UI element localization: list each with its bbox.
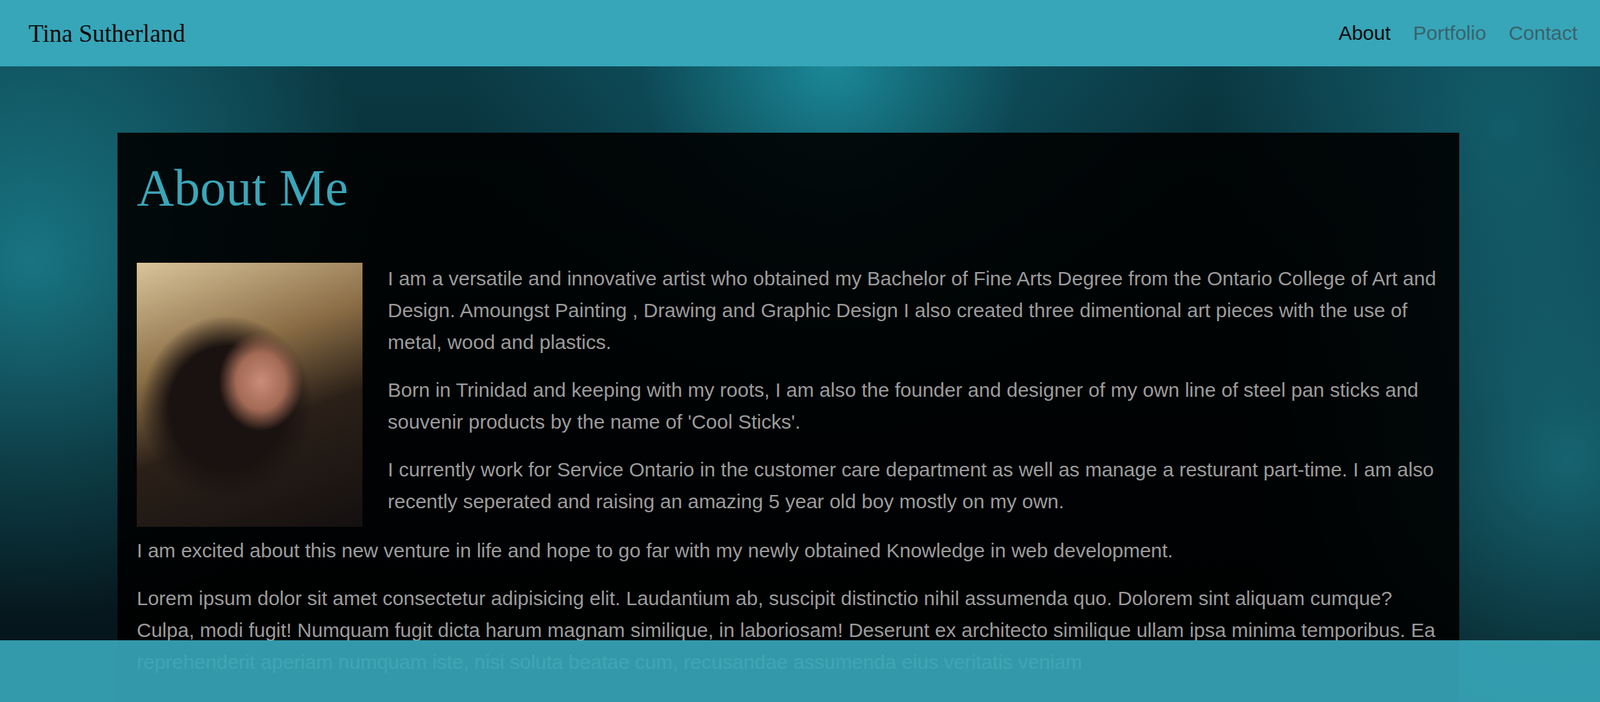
about-paragraph: I am excited about this new venture in l… — [136, 535, 1440, 567]
about-panel: About Me I am a versatile and innovative… — [117, 132, 1460, 702]
page: Tina Sutherland About Portfolio Contact Ab… — [0, 0, 1600, 702]
footer — [0, 640, 1600, 702]
nav-link[interactable]: Portfolio — [1413, 21, 1487, 45]
nav-link[interactable]: Contact — [1509, 21, 1578, 45]
navbar: Tina Sutherland About Portfolio Contact — [0, 0, 1600, 67]
nav-links: About Portfolio Contact — [1338, 21, 1578, 45]
hero-background: About Me I am a versatile and innovative… — [0, 66, 1600, 702]
brand-link[interactable]: Tina Sutherland — [28, 19, 186, 48]
nav-link[interactable]: About — [1338, 21, 1391, 45]
profile-photo — [136, 262, 363, 528]
about-heading: About Me — [136, 159, 1440, 217]
